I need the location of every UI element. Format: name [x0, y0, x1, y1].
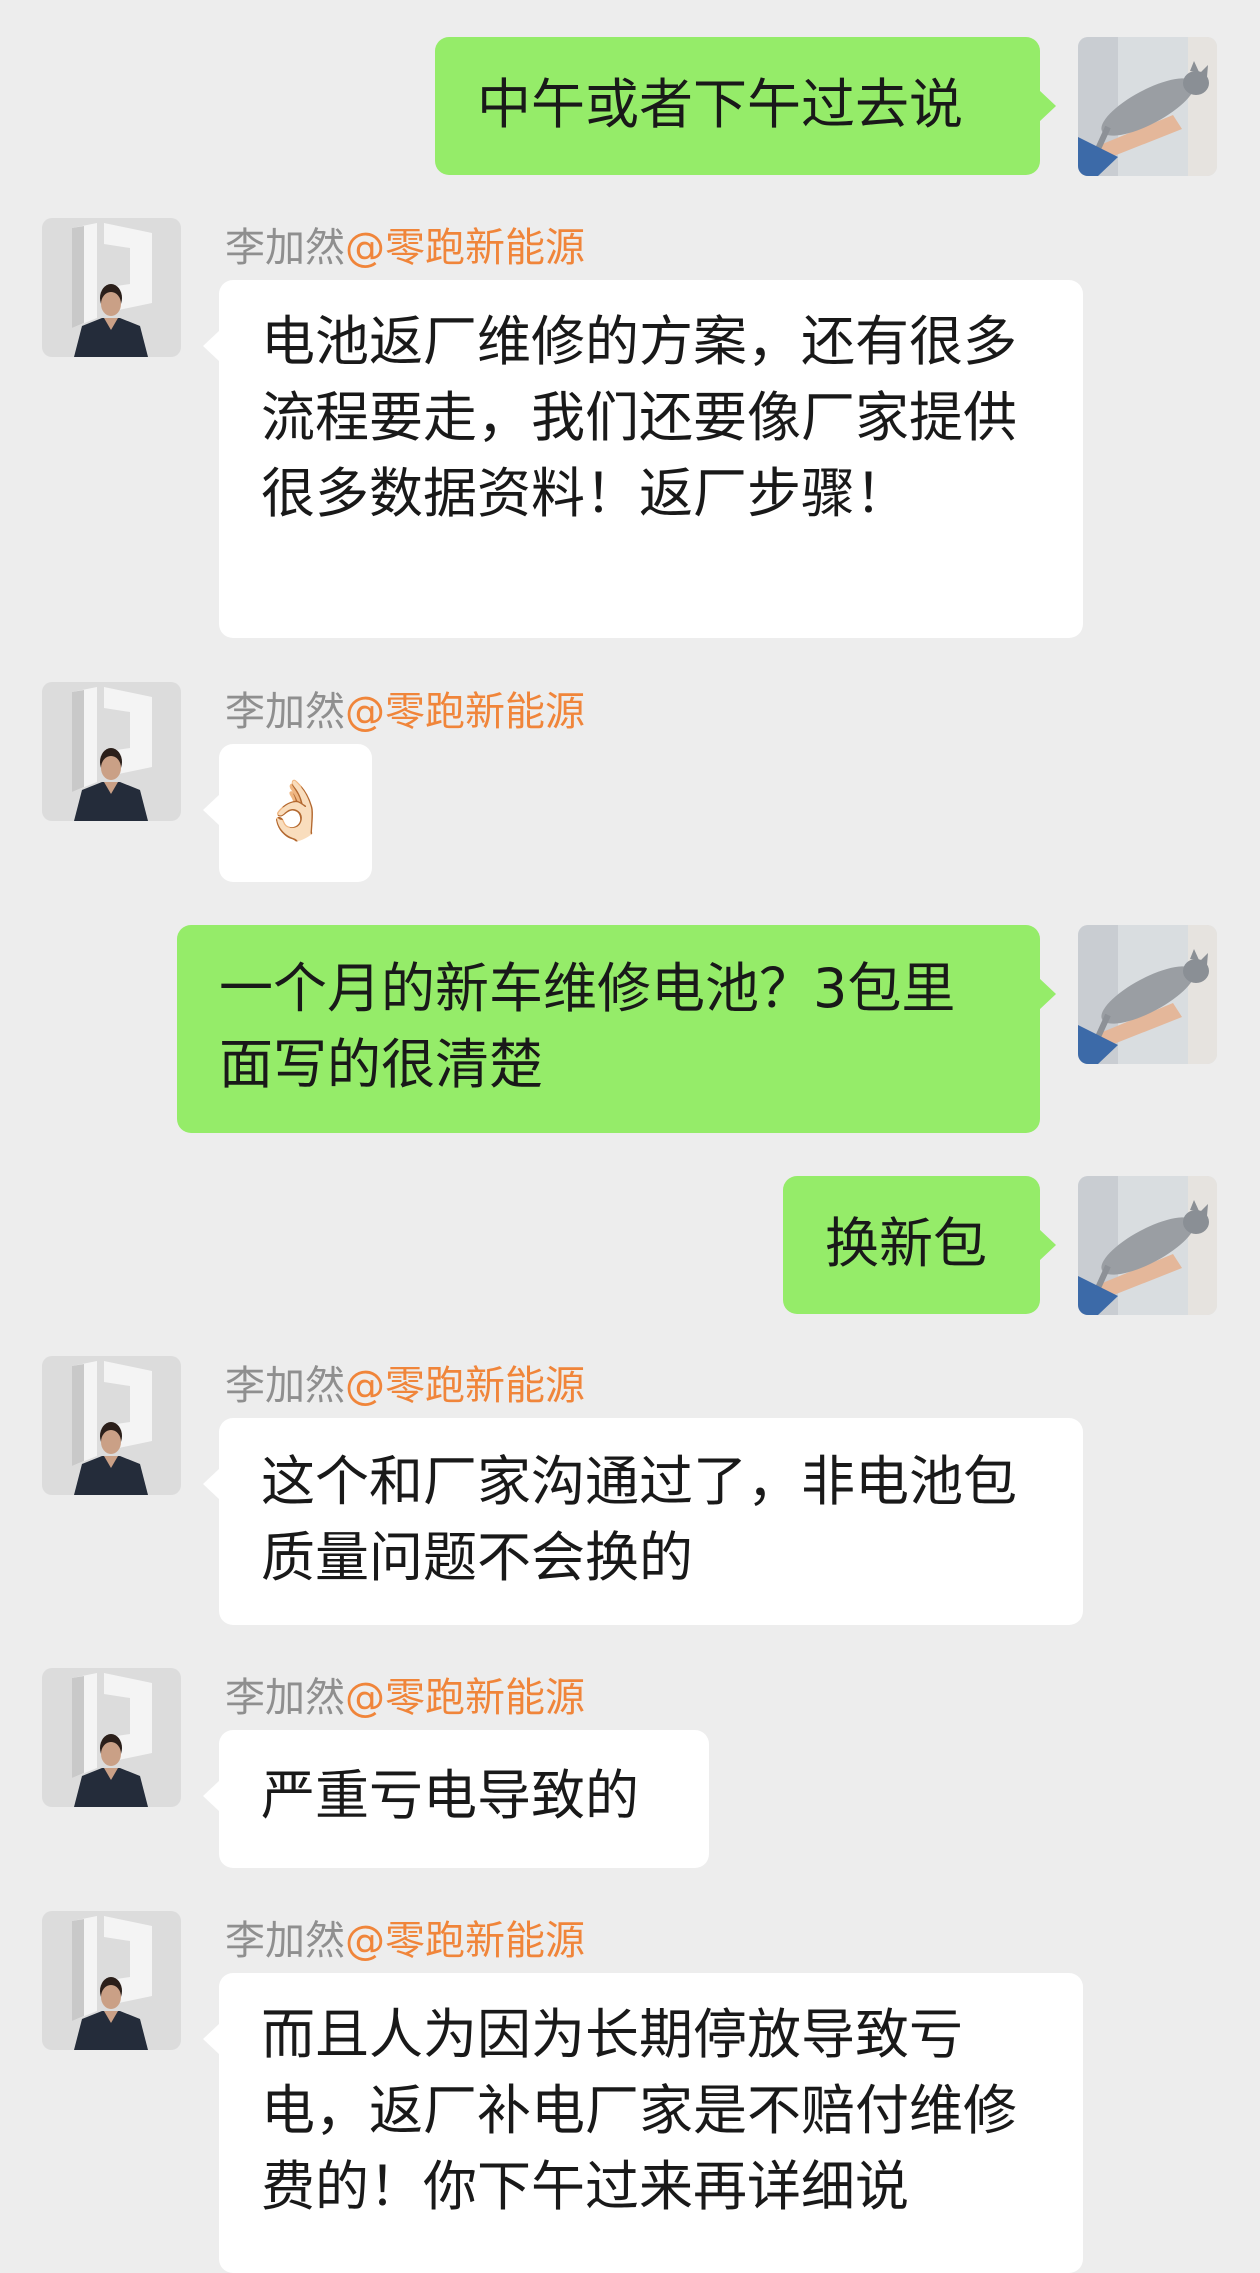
sender-label: 李加然@零跑新能源 [225, 224, 585, 272]
leapmotor-logo-person-icon [42, 1356, 181, 1495]
message-bubble[interactable]: 而且人为因为长期停放导致亏电，返厂补电厂家是不赔付维修费的！你下午过来再详细说 [203, 1973, 1083, 2273]
ok-hand-emoji-icon: 👌🏻 [259, 776, 332, 844]
message-text: 这个和厂家沟通过了，非电池包质量问题不会换的 [261, 1450, 1017, 1589]
contact-avatar[interactable] [42, 218, 181, 357]
contact-avatar[interactable] [42, 1356, 181, 1495]
sender-label: 李加然@零跑新能源 [225, 688, 585, 736]
message-bubble[interactable]: 中午或者下午过去说 [435, 37, 1056, 175]
sender-name: 李加然 [225, 225, 345, 271]
sender-org: @零跑新能源 [345, 1363, 585, 1409]
sender-name: 李加然 [225, 1918, 345, 1964]
message-text: 而且人为因为长期停放导致亏电，返厂补电厂家是不赔付维修费的！你下午过来再详细说 [261, 2003, 1017, 2218]
sender-name: 李加然 [225, 1363, 345, 1409]
message-bubble[interactable]: 换新包 [783, 1176, 1056, 1314]
leapmotor-logo-person-icon [42, 1668, 181, 1807]
message-bubble[interactable]: 电池返厂维修的方案，还有很多流程要走，我们还要像厂家提供很多数据资料！返厂步骤！ [203, 280, 1083, 638]
sender-name: 李加然 [225, 1675, 345, 1721]
message-bubble[interactable]: 这个和厂家沟通过了，非电池包质量问题不会换的 [203, 1418, 1083, 1625]
message-text: 中午或者下午过去说 [477, 73, 963, 136]
self-avatar[interactable] [1078, 1176, 1217, 1315]
leapmotor-logo-person-icon [42, 218, 181, 357]
self-avatar[interactable] [1078, 925, 1217, 1064]
leapmotor-logo-person-icon [42, 682, 181, 821]
cat-photo-icon [1078, 925, 1217, 1064]
contact-avatar[interactable] [42, 682, 181, 821]
message-bubble[interactable]: 严重亏电导致的 [203, 1730, 709, 1868]
message-text: 换新包 [825, 1212, 987, 1275]
contact-avatar[interactable] [42, 1911, 181, 2050]
message-bubble[interactable]: 一个月的新车维修电池？3包里面写的很清楚 [177, 925, 1056, 1133]
self-avatar[interactable] [1078, 37, 1217, 176]
cat-photo-icon [1078, 37, 1217, 176]
sender-org: @零跑新能源 [345, 689, 585, 735]
leapmotor-logo-person-icon [42, 1911, 181, 2050]
message-bubble[interactable]: 👌🏻 [203, 744, 372, 882]
cat-photo-icon [1078, 1176, 1217, 1315]
sender-org: @零跑新能源 [345, 225, 585, 271]
message-text: 电池返厂维修的方案，还有很多流程要走，我们还要像厂家提供很多数据资料！返厂步骤！ [261, 310, 1017, 525]
sender-org: @零跑新能源 [345, 1675, 585, 1721]
sender-org: @零跑新能源 [345, 1918, 585, 1964]
contact-avatar[interactable] [42, 1668, 181, 1807]
message-text: 一个月的新车维修电池？3包里面写的很清楚 [219, 957, 956, 1096]
sender-label: 李加然@零跑新能源 [225, 1917, 585, 1965]
sender-name: 李加然 [225, 689, 345, 735]
chat-message-list[interactable]: 中午或者下午过去说 李加然@零跑新能源 电池返厂维修的方案，还有很多流程要走，我… [0, 0, 1260, 2273]
sender-label: 李加然@零跑新能源 [225, 1674, 585, 1722]
sender-label: 李加然@零跑新能源 [225, 1362, 585, 1410]
message-text: 严重亏电导致的 [261, 1764, 639, 1827]
